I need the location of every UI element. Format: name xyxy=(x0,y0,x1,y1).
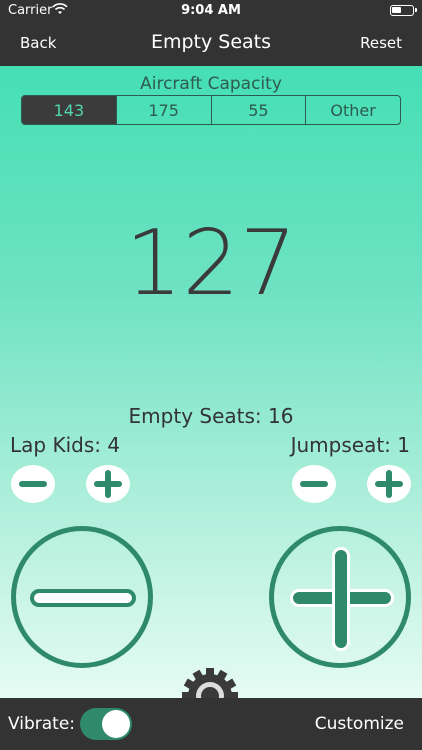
seat-decrement-button[interactable] xyxy=(11,526,153,668)
vibrate-label: Vibrate: xyxy=(8,714,76,734)
lap-kids-plus-button[interactable] xyxy=(86,465,130,503)
jumpseat-plus-button[interactable] xyxy=(367,465,411,503)
capacity-label: Aircraft Capacity xyxy=(140,74,282,94)
lap-kids-minus-button[interactable] xyxy=(11,465,55,503)
capacity-segmented-control: 143 175 55 Other xyxy=(21,95,401,125)
main-panel: Aircraft Capacity 143 175 55 Other 127 E… xyxy=(0,66,422,706)
minus-icon xyxy=(19,481,47,487)
page-title: Empty Seats xyxy=(150,31,272,53)
battery-icon xyxy=(390,5,417,16)
clock: 9:04 AM xyxy=(181,3,241,18)
jumpseat-minus-button[interactable] xyxy=(292,465,336,503)
capacity-option-other[interactable]: Other xyxy=(306,96,400,124)
reset-button[interactable]: Reset xyxy=(360,34,402,52)
status-bar: Carrier 9:04 AM xyxy=(0,0,422,22)
seat-counter: 127 xyxy=(125,211,297,316)
capacity-option-55[interactable]: 55 xyxy=(212,96,307,124)
seat-increment-button[interactable] xyxy=(269,526,411,668)
minus-icon xyxy=(300,481,328,487)
capacity-option-175[interactable]: 175 xyxy=(117,96,212,124)
toggle-knob xyxy=(102,710,130,738)
minus-icon xyxy=(30,589,136,607)
jumpseat-label: Jumpseat: 1 xyxy=(290,433,410,457)
empty-seats-label: Empty Seats: 16 xyxy=(128,404,294,428)
nav-bar: Back Empty Seats Reset xyxy=(0,22,422,66)
lap-kids-label: Lap Kids: 4 xyxy=(10,433,121,457)
customize-button[interactable]: Customize xyxy=(315,714,404,734)
capacity-option-143[interactable]: 143 xyxy=(22,96,117,124)
bottom-toolbar: Vibrate: Customize xyxy=(0,698,422,750)
vibrate-toggle[interactable] xyxy=(80,708,132,740)
